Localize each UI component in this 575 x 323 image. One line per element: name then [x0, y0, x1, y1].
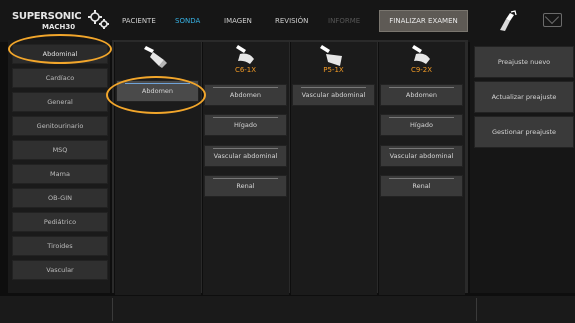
exam-type-vascular[interactable]: Vascular [12, 260, 108, 280]
bottom-divider [476, 298, 477, 321]
app-button-abdominal-vascular[interactable]: Vascular abdominal [380, 145, 463, 167]
bottom-bar [0, 296, 575, 323]
app-button-abdomen[interactable]: Abdomen [204, 84, 287, 106]
probe-column [290, 42, 377, 295]
app-button-liver[interactable]: Hígado [380, 114, 463, 136]
bottom-divider [112, 298, 113, 321]
exam-type-breast[interactable]: Mama [12, 164, 108, 184]
probe-icon[interactable] [497, 10, 517, 32]
probe-label: C6-1X [234, 66, 257, 74]
update-preset-button[interactable]: Actualizar preajuste [474, 81, 574, 113]
manage-preset-button[interactable]: Gestionar preajuste [474, 116, 574, 148]
exam-type-thyroid[interactable]: Tiroides [12, 236, 108, 256]
app-button-renal[interactable]: Renal [380, 175, 463, 197]
exam-type-pediatric[interactable]: Pediátrico [12, 212, 108, 232]
exam-type-genitourinary[interactable]: Genitourinario [12, 116, 108, 136]
tab-image[interactable]: IMAGEN [224, 11, 252, 31]
app-button-abdominal-vascular[interactable]: Vascular abdominal [204, 145, 287, 167]
app-button-liver[interactable]: Hígado [204, 114, 287, 136]
gears-icon [88, 10, 109, 29]
tab-report[interactable]: INFORME [328, 11, 360, 31]
tab-patient[interactable]: PACIENTE [122, 11, 156, 31]
linear-probe-icon[interactable] [114, 42, 201, 76]
probe-column [202, 42, 289, 295]
tab-review[interactable]: REVISIÓN [275, 11, 308, 31]
app-button-abdomen[interactable]: Abdomen [380, 84, 463, 106]
logo-line2: MACH30 [42, 23, 76, 31]
app-button-abdomen[interactable]: Abdomen [116, 80, 199, 102]
exam-type-msk[interactable]: MSQ [12, 140, 108, 160]
probe-label: P5-1X [323, 66, 344, 74]
probe-column [378, 42, 465, 295]
exam-type-general[interactable]: General [12, 92, 108, 112]
exam-type-obgyn[interactable]: OB-GIN [12, 188, 108, 208]
message-icon[interactable] [543, 13, 562, 27]
preset-menu: Preajuste nuevo Actualizar preajuste Ges… [470, 40, 575, 293]
app-button-abdominal-vascular[interactable]: Vascular abdominal [292, 84, 375, 106]
app-button-renal[interactable]: Renal [204, 175, 287, 197]
exam-type-cardiac[interactable]: Cardíaco [12, 68, 108, 88]
exam-type-abdominal[interactable]: Abdominal [12, 44, 108, 64]
top-bar: SUPERSONIC MACH30 PACIENTE SONDA IMAGEN … [0, 0, 575, 42]
new-preset-button[interactable]: Preajuste nuevo [474, 46, 574, 78]
logo-line1: SUPERSONIC [12, 11, 82, 22]
tab-probe[interactable]: SONDA [175, 11, 200, 31]
finish-exam-button[interactable]: FINALIZAR EXAMEN [379, 10, 468, 32]
supersonic-logo: SUPERSONIC MACH30 [12, 7, 110, 35]
exam-type-list: Abdominal Cardíaco General Genitourinari… [8, 40, 110, 293]
probe-label: C9-2X [410, 66, 433, 74]
